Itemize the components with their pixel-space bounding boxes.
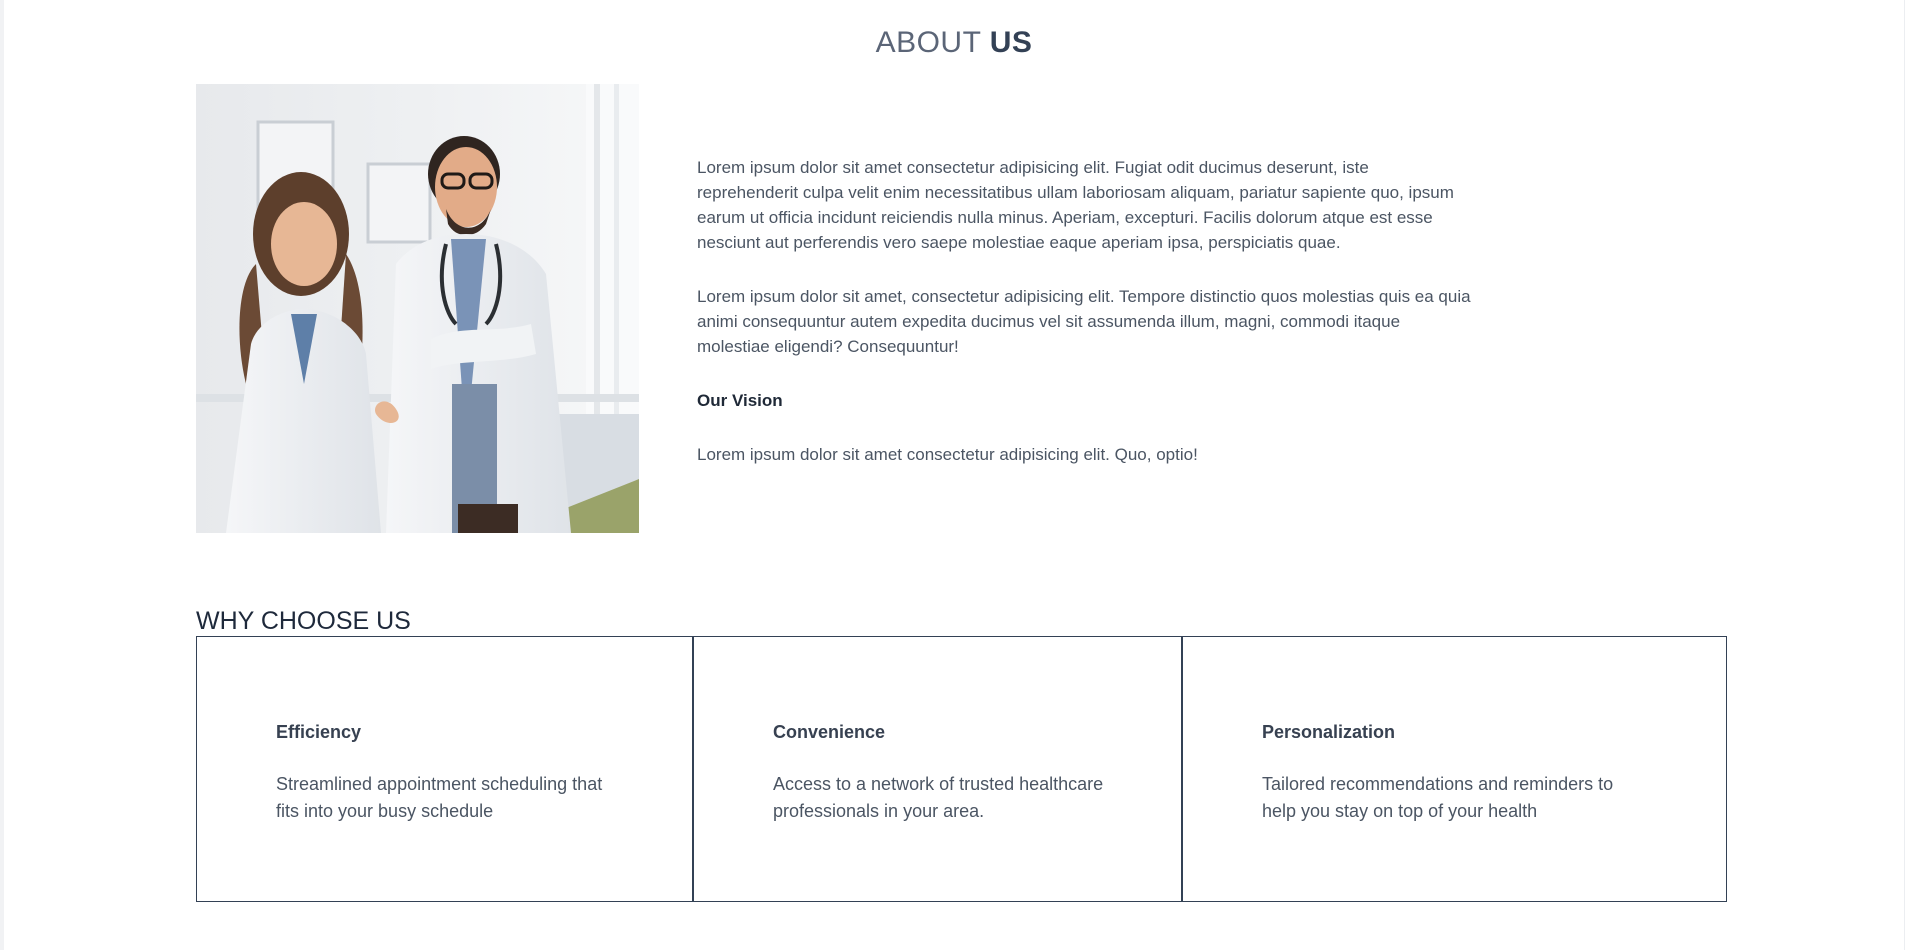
feature-description: Access to a network of trusted healthcar…	[773, 774, 1104, 821]
feature-title: Efficiency	[276, 722, 362, 742]
doctors-photo	[196, 84, 639, 533]
about-paragraph-2: Lorem ipsum dolor sit amet, consectetur …	[697, 287, 1471, 356]
feature-description: Tailored recommendations and reminders t…	[1262, 774, 1614, 821]
features-grid: Efficiency Streamlined appointment sched…	[196, 636, 1727, 902]
feature-title: Convenience	[773, 722, 886, 742]
feature-title: Personalization	[1262, 722, 1396, 742]
feature-card-convenience: Convenience Access to a network of trust…	[692, 637, 1181, 901]
about-text: Lorem ipsum dolor sit amet consectetur a…	[697, 155, 1472, 496]
why-choose-us-heading: WHY CHOOSE US	[196, 606, 411, 635]
feature-card-efficiency: Efficiency Streamlined appointment sched…	[197, 637, 692, 901]
vision-text: Lorem ipsum dolor sit amet consectetur a…	[697, 445, 1198, 464]
about-heading-light: ABOUT	[875, 25, 981, 59]
about-heading-strong: US	[989, 25, 1033, 59]
about-paragraph-1: Lorem ipsum dolor sit amet consectetur a…	[697, 158, 1454, 252]
feature-description: Streamlined appointment scheduling that …	[276, 774, 603, 821]
vision-title: Our Vision	[697, 391, 783, 410]
about-heading: ABOUT US	[0, 25, 1908, 61]
feature-card-personalization: Personalization Tailored recommendations…	[1181, 637, 1726, 901]
